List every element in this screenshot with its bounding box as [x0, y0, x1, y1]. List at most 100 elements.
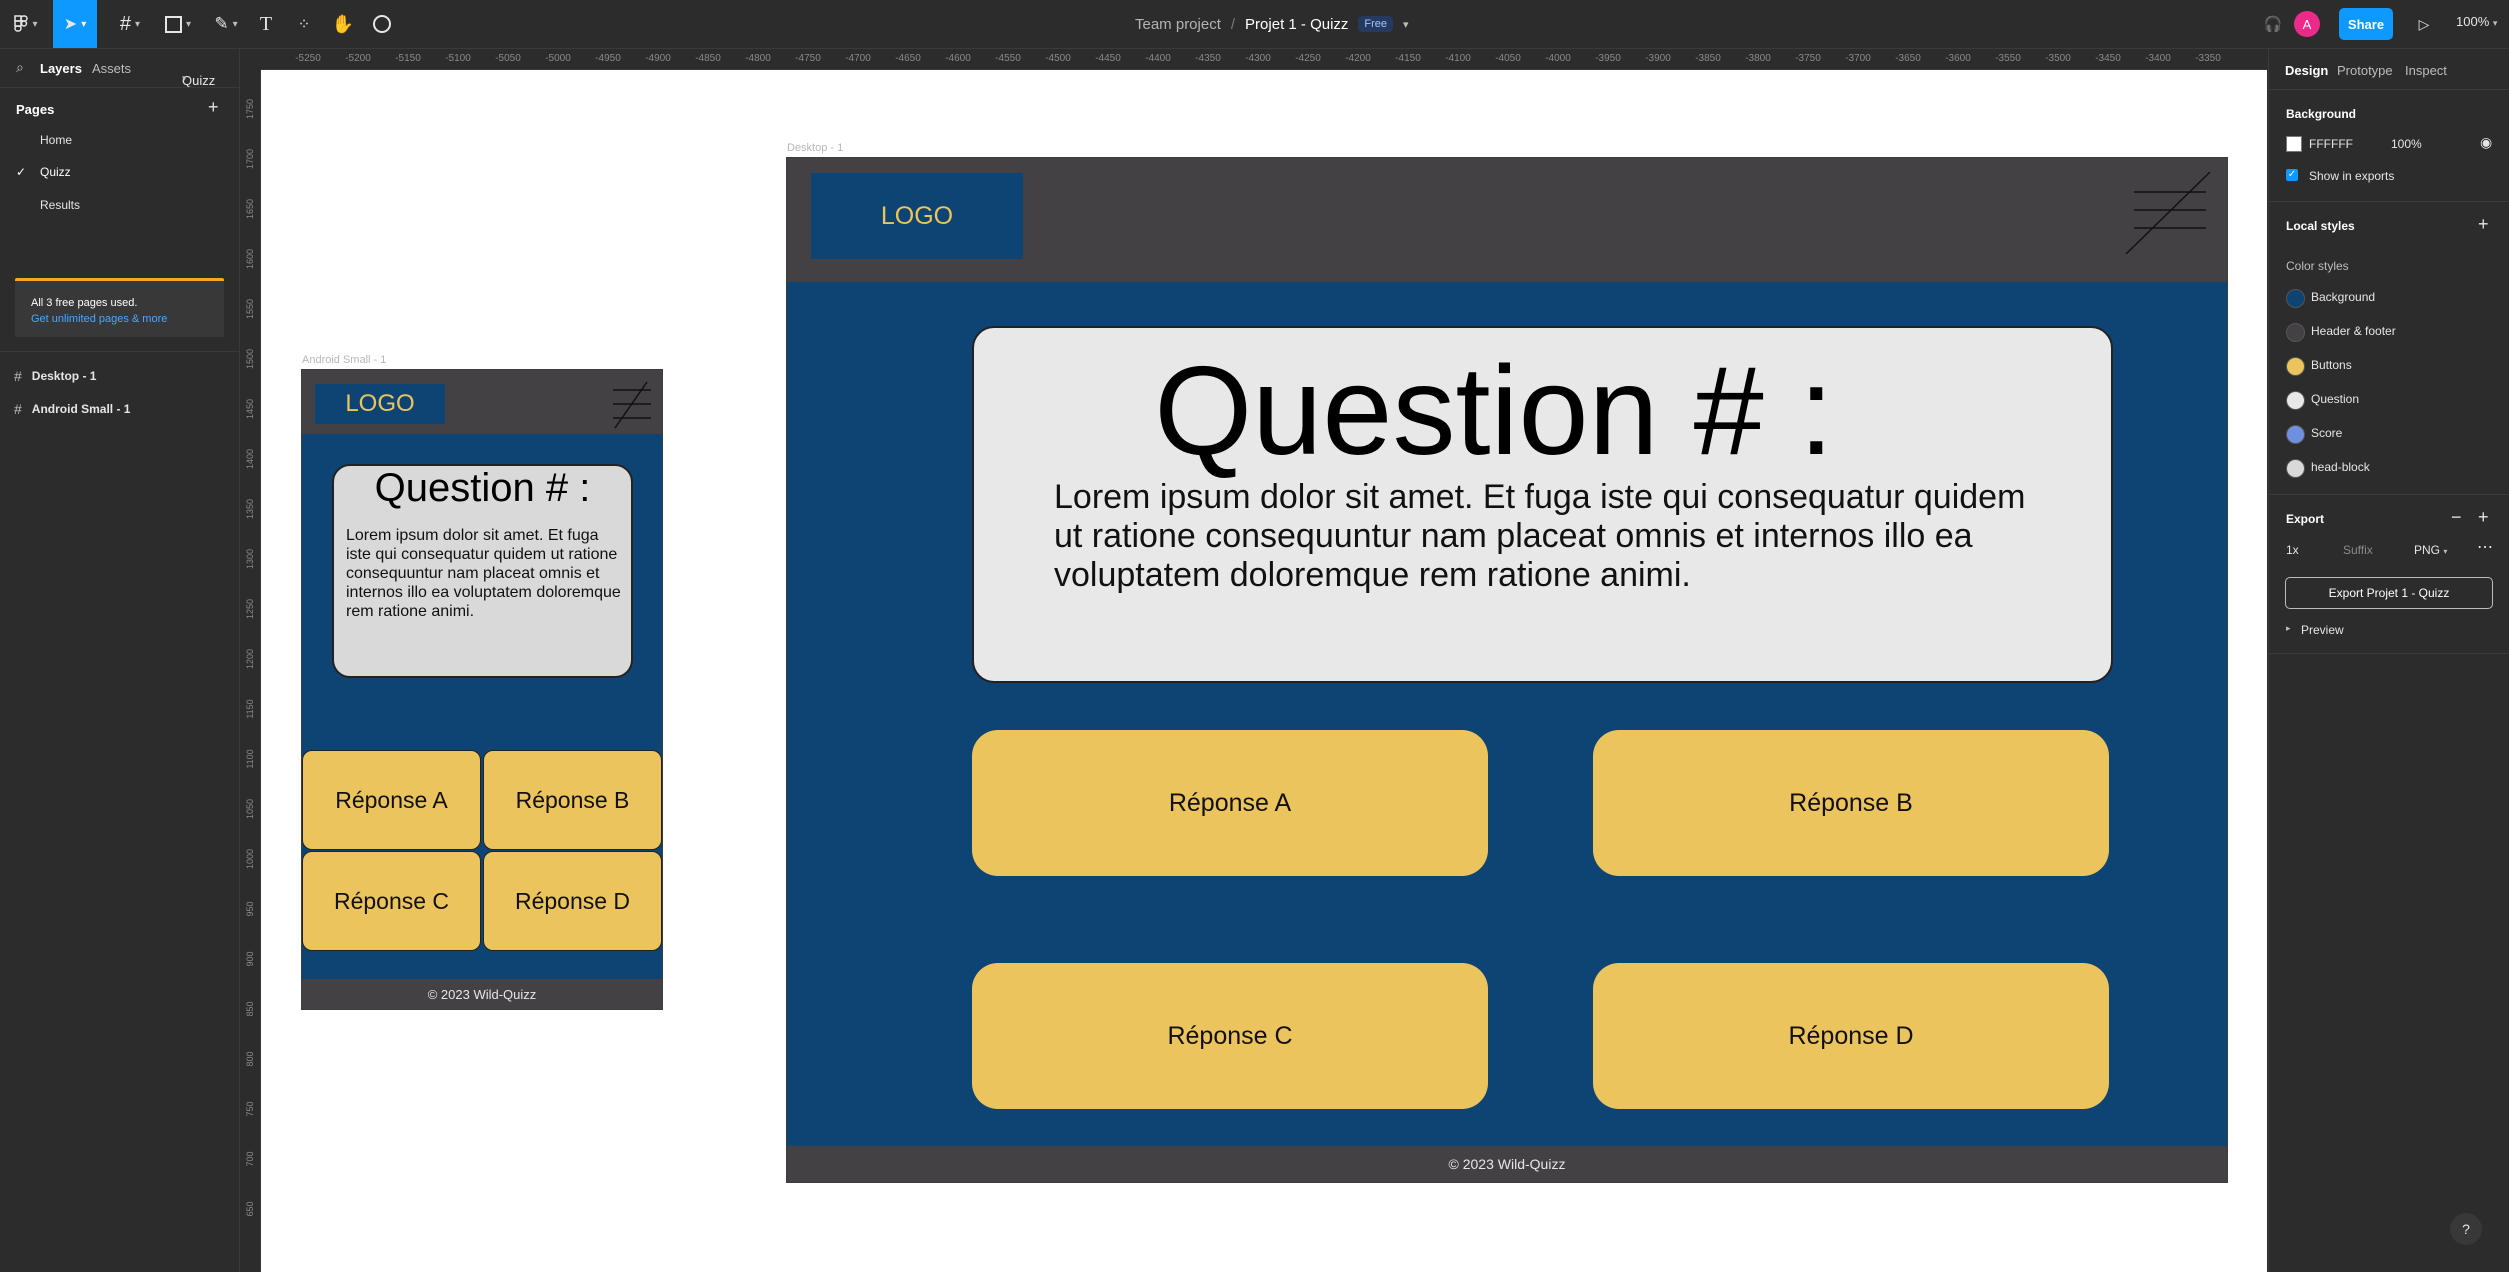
color-style-swatch[interactable] [2286, 357, 2305, 376]
chevron-down-icon: ▾ [185, 18, 192, 30]
color-style-swatch[interactable] [2286, 425, 2305, 444]
export-suffix-input[interactable]: Suffix [2343, 543, 2373, 557]
add-page-icon[interactable]: + [208, 97, 219, 118]
desktop-frame[interactable]: LOGO Question # : Lorem ipsum dolor sit … [786, 157, 2228, 1183]
ruler-tick-label: -3350 [2195, 53, 2221, 64]
hamburger-menu-icon[interactable] [607, 378, 655, 430]
more-options-icon[interactable]: ⋯ [2477, 537, 2493, 557]
color-style-swatch[interactable] [2286, 459, 2305, 478]
divider [2269, 89, 2509, 90]
ruler-tick-label: -4800 [745, 53, 771, 64]
chevron-down-icon: ▾ [135, 18, 141, 30]
avatar[interactable]: A [2294, 11, 2320, 37]
hand-tool-button[interactable]: ✋ [329, 10, 357, 38]
android-answer-c-button[interactable]: Réponse C [302, 851, 481, 951]
move-tool-button[interactable]: ➤ ▾ [53, 0, 97, 48]
file-name[interactable]: Projet 1 - Quizz [1245, 16, 1348, 33]
android-answer-d-button[interactable]: Réponse D [483, 851, 662, 951]
comment-tool-button[interactable] [368, 10, 396, 38]
show-in-exports-checkbox[interactable]: ✓ [2286, 169, 2298, 181]
export-scale[interactable]: 1x [2286, 543, 2299, 557]
ruler-tick-label: 1200 [245, 648, 255, 670]
desktop-answer-a-button[interactable]: Réponse A [972, 730, 1488, 876]
desktop-answer-b-button[interactable]: Réponse B [1593, 730, 2109, 876]
color-style-name[interactable]: head-block [2311, 460, 2370, 474]
chevron-right-icon[interactable]: ▸ [2286, 623, 2291, 634]
tab-design[interactable]: Design [2285, 63, 2328, 78]
frame-icon: # [14, 368, 22, 384]
ruler-tick-label: -4400 [1145, 53, 1171, 64]
desktop-answer-d-button[interactable]: Réponse D [1593, 963, 2109, 1109]
tab-prototype[interactable]: Prototype [2337, 63, 2393, 78]
color-style-name[interactable]: Background [2311, 290, 2375, 304]
share-button[interactable]: Share [2339, 8, 2393, 40]
frame-tool-button[interactable]: # ▾ [110, 10, 150, 38]
export-format-value: PNG [2414, 543, 2441, 557]
zoom-level[interactable]: 100% ▾ [2456, 14, 2497, 29]
layer-item-android[interactable]: # Android Small - 1 [14, 401, 130, 417]
background-hex[interactable]: FFFFFF [2309, 137, 2353, 151]
help-button[interactable]: ? [2450, 1213, 2482, 1245]
layer-label: Desktop - 1 [31, 369, 97, 383]
present-button[interactable]: ▷ [2410, 10, 2438, 38]
ruler-tick-label: 1750 [245, 98, 255, 120]
color-style-name[interactable]: Header & footer [2311, 324, 2396, 338]
frame-label-desktop[interactable]: Desktop - 1 [787, 142, 843, 154]
page-item-home[interactable]: Home [40, 133, 72, 147]
export-format-select[interactable]: PNG ▾ [2414, 543, 2447, 557]
preview-toggle[interactable]: Preview [2301, 623, 2344, 637]
right-panel: Design Prototype Inspect Background FFFF… [2268, 49, 2509, 1272]
background-swatch[interactable] [2286, 136, 2302, 152]
canvas[interactable]: Android Small - 1 LOGO Question # : Lore… [261, 70, 2267, 1272]
page-item-quizz[interactable]: Quizz [40, 165, 71, 179]
main-menu-button[interactable]: ▾ [10, 10, 42, 38]
android-answer-a-button[interactable]: Réponse A [302, 750, 481, 850]
color-style-swatch[interactable] [2286, 289, 2305, 308]
add-export-icon[interactable]: + [2478, 507, 2489, 528]
shape-tool-button[interactable]: ▾ [158, 10, 198, 38]
tab-layers[interactable]: Layers [40, 61, 82, 76]
color-style-name[interactable]: Question [2311, 392, 2359, 406]
android-frame[interactable]: LOGO Question # : Lorem ipsum dolor sit … [301, 369, 663, 1010]
pen-icon: ✎ [214, 14, 229, 33]
color-style-swatch[interactable] [2286, 391, 2305, 410]
ruler-tick-label: 1500 [245, 348, 255, 370]
resources-button[interactable]: ⁘ [290, 10, 318, 38]
ruler-tick-label: -4150 [1395, 53, 1421, 64]
rectangle-icon [164, 15, 182, 33]
search-icon[interactable]: ⌕ [16, 59, 24, 76]
page-item-results[interactable]: Results [40, 198, 80, 212]
ruler-tick-label: -3950 [1595, 53, 1621, 64]
color-style-swatch[interactable] [2286, 323, 2305, 342]
layer-item-desktop[interactable]: # Desktop - 1 [14, 368, 96, 384]
breadcrumb-team[interactable]: Team project [1135, 16, 1221, 33]
ruler-tick-label: 1700 [245, 148, 255, 170]
divider [2269, 201, 2509, 202]
ruler-tick-label: -5050 [495, 53, 521, 64]
comment-icon [373, 15, 391, 33]
ruler-tick-label: -4600 [945, 53, 971, 64]
pen-tool-button[interactable]: ✎ ▾ [206, 10, 246, 38]
background-opacity[interactable]: 100% [2391, 137, 2422, 151]
ruler-tick-label: 1150 [245, 699, 255, 719]
eye-icon[interactable]: ◉ [2480, 134, 2492, 151]
hamburger-menu-icon[interactable] [2122, 170, 2216, 256]
tab-inspect[interactable]: Inspect [2405, 63, 2447, 78]
color-style-name[interactable]: Score [2311, 426, 2342, 440]
audio-button[interactable]: 🎧 [2258, 10, 2288, 38]
upgrade-link[interactable]: Get unlimited pages & more [31, 313, 167, 325]
ruler-tick-label: -4350 [1195, 53, 1221, 64]
android-answer-b-button[interactable]: Réponse B [483, 750, 662, 850]
frame-label-android[interactable]: Android Small - 1 [302, 354, 386, 366]
ruler-tick-label: -3800 [1745, 53, 1771, 64]
desktop-answer-c-button[interactable]: Réponse C [972, 963, 1488, 1109]
text-tool-button[interactable]: T [252, 10, 280, 38]
tab-assets[interactable]: Assets [92, 61, 131, 76]
add-style-icon[interactable]: + [2478, 214, 2489, 235]
color-style-name[interactable]: Buttons [2311, 358, 2352, 372]
plan-badge: Free [1358, 16, 1394, 32]
file-menu-chevron-icon[interactable]: ▾ [1403, 18, 1409, 31]
ruler-tick-label: 650 [245, 1201, 255, 1217]
export-button[interactable]: Export Projet 1 - Quizz [2285, 577, 2493, 609]
remove-export-icon[interactable]: − [2451, 507, 2462, 528]
